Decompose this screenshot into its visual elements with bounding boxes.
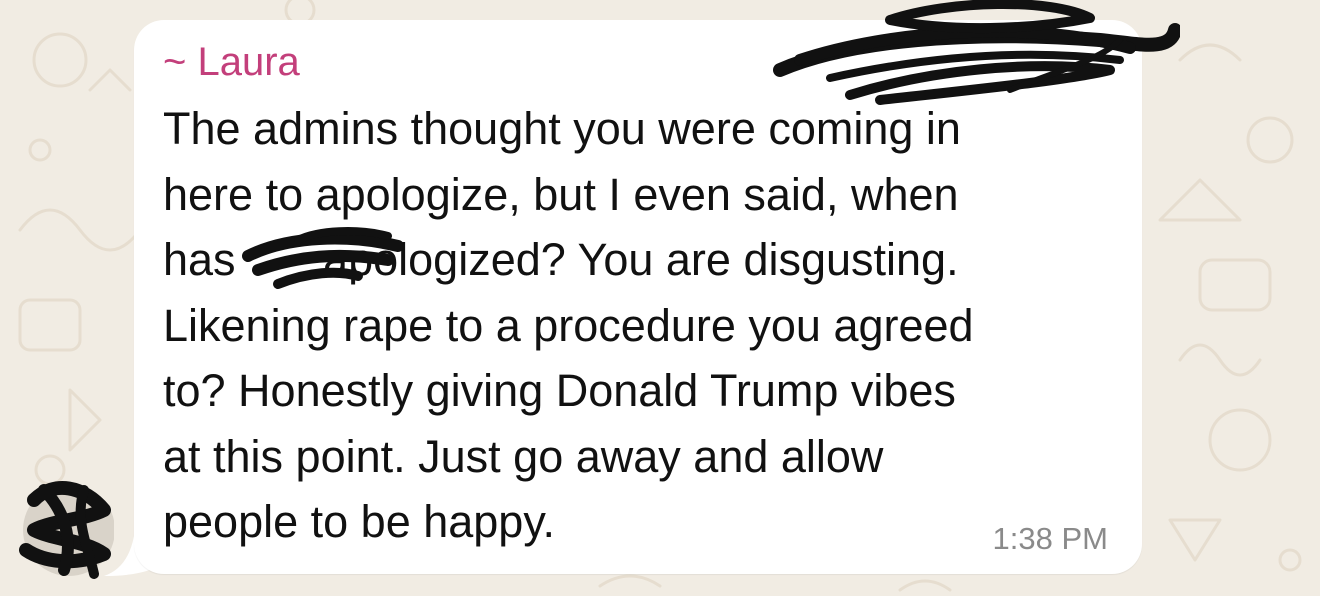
message-line: people to be happy. <box>163 496 555 547</box>
message-line: The admins thought you were coming in <box>163 103 961 154</box>
message-line: here to apologize, but I even said, when <box>163 168 959 220</box>
sender-name[interactable]: ~ Laura <box>163 38 300 86</box>
message-line: at this point. Just go away and allow <box>163 430 884 482</box>
avatar-icon[interactable] <box>14 470 114 580</box>
message-timestamp: 1:38 PM <box>992 521 1108 556</box>
message-line: has apologized? You are disgusting. <box>163 234 959 285</box>
message-line: to? Honestly giving Donald Trump vibes <box>163 365 956 416</box>
message-text: The admins thought you were coming in he… <box>163 96 1123 555</box>
message-line: Likening rape to a procedure you agreed <box>163 299 974 351</box>
